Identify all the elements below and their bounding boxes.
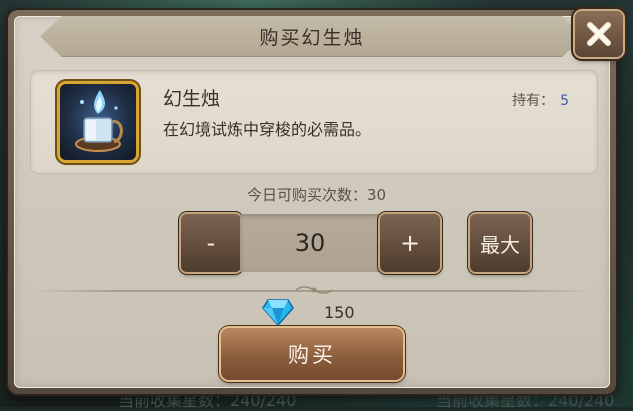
item-name: 幻生烛 bbox=[163, 88, 221, 110]
item-icon-slot[interactable] bbox=[60, 84, 136, 160]
max-quantity-button[interactable]: 最大 bbox=[470, 214, 530, 272]
owned-value: 5 bbox=[560, 93, 569, 109]
buy-button[interactable]: 购买 bbox=[221, 328, 403, 380]
close-x-icon bbox=[587, 22, 611, 46]
divider-ornament-icon bbox=[295, 286, 333, 294]
minus-label: - bbox=[206, 229, 216, 257]
close-button[interactable] bbox=[575, 11, 623, 57]
decrease-quantity-button[interactable]: - bbox=[181, 214, 241, 272]
buy-label: 购买 bbox=[288, 343, 336, 367]
dialog-title: 购买幻生烛 bbox=[259, 26, 365, 49]
daily-purchase-limit: 今日可购买次数：30 bbox=[246, 186, 387, 204]
price-value: 150 bbox=[324, 303, 355, 322]
plus-label: + bbox=[399, 229, 421, 257]
item-description: 在幻境试炼中穿梭的必需品。 bbox=[163, 120, 372, 139]
owned-label: 持有： bbox=[512, 93, 555, 109]
max-label: 最大 bbox=[480, 232, 520, 257]
owned-count: 持有： 5 bbox=[512, 90, 569, 110]
dialog-title-bar: 购买幻生烛 bbox=[40, 16, 584, 57]
quantity-value: 30 bbox=[294, 229, 326, 257]
candle-item-icon bbox=[75, 90, 123, 152]
quantity-display: 30 bbox=[240, 214, 380, 272]
diamond-gem-icon bbox=[262, 299, 294, 326]
increase-quantity-button[interactable]: + bbox=[380, 214, 440, 272]
